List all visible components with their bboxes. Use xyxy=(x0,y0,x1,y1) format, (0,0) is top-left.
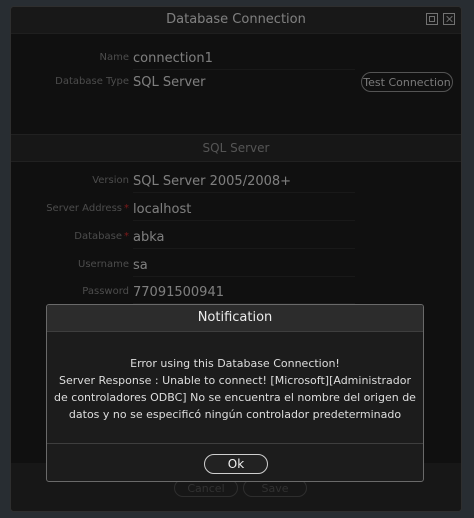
notification-line: Error using this Database Connection! xyxy=(130,357,340,370)
notification-title: Notification xyxy=(47,305,423,332)
notification-line: de controladores ODBC] No se encuentra e… xyxy=(54,391,416,404)
ok-button[interactable]: Ok xyxy=(204,454,268,474)
notification-line: datos y no se especificó ningún controla… xyxy=(68,408,402,421)
divider xyxy=(47,443,423,444)
notification-message: Error using this Database Connection! Se… xyxy=(53,355,417,423)
notification-line: Server Response : Unable to connect! [Mi… xyxy=(58,374,412,387)
notification-dialog: Notification Error using this Database C… xyxy=(46,304,424,482)
